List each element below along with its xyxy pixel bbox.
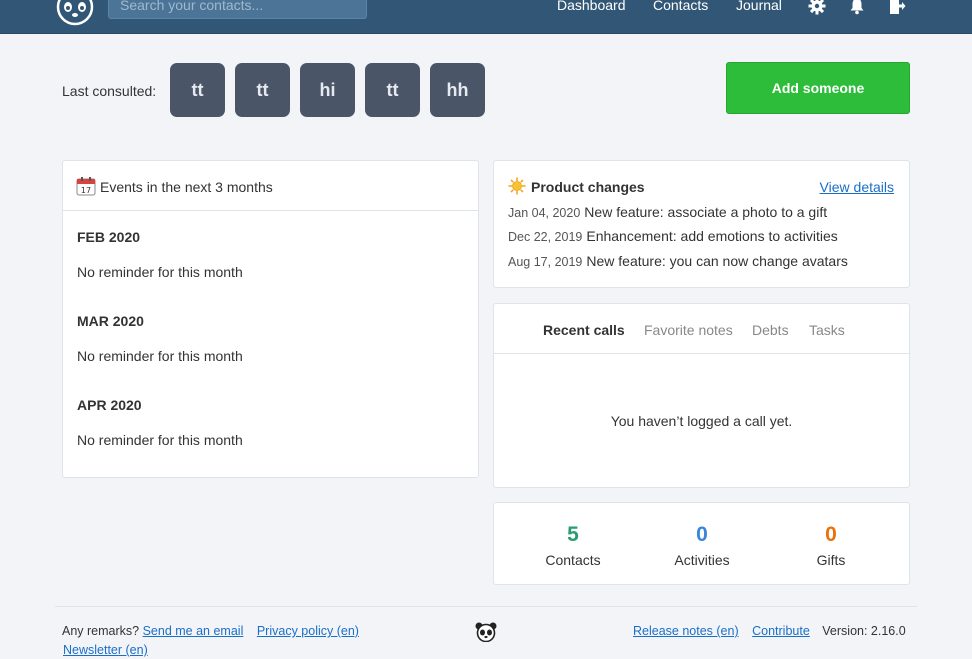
bell-icon[interactable]	[848, 0, 866, 15]
recent-contact-avatar[interactable]: tt	[170, 63, 225, 117]
stat-value: 0	[825, 523, 837, 546]
nav-dashboard[interactable]: Dashboard	[557, 0, 626, 13]
stat-contacts[interactable]: 5 Contacts	[513, 523, 633, 568]
change-item: Aug 17, 2019 New feature: you can now cha…	[508, 253, 848, 269]
month-heading: MAR 2020	[77, 313, 144, 329]
footer-newsletter: Newsletter (en)	[63, 643, 148, 657]
stat-label: Contacts	[545, 552, 601, 568]
month-reminder-text: No reminder for this month	[77, 264, 243, 280]
events-card: 17 Events in the next 3 months FEB 2020 …	[62, 160, 479, 478]
tab-favorite-notes[interactable]: Favorite notes	[644, 322, 733, 338]
sun-icon	[508, 177, 526, 195]
change-item: Dec 22, 2019 Enhancement: add emotions to…	[508, 228, 838, 244]
tab-tasks[interactable]: Tasks	[809, 322, 845, 338]
svg-text:17: 17	[81, 186, 91, 195]
add-someone-button[interactable]: Add someone	[726, 62, 910, 114]
last-consulted-label: Last consulted:	[62, 83, 157, 99]
send-email-link[interactable]: Send me an email	[143, 624, 244, 638]
activity-tabs-card: Recent calls Favorite notes Debts Tasks …	[493, 303, 910, 488]
contribute-link[interactable]: Contribute	[752, 624, 810, 638]
change-date: Jan 04, 2020	[508, 206, 581, 220]
stat-value: 0	[696, 523, 708, 546]
calendar-icon: 17	[76, 177, 96, 196]
month-heading: APR 2020	[77, 397, 142, 413]
top-navigation-bar: Search your contacts... Dashboard Contac…	[0, 0, 972, 34]
footer-left-links: Any remarks? Send me an email Privacy po…	[62, 624, 359, 638]
remarks-label: Any remarks?	[62, 624, 140, 638]
view-details-link[interactable]: View details	[820, 179, 894, 195]
footer-divider	[55, 606, 917, 607]
recent-contact-avatar[interactable]: tt	[235, 63, 290, 117]
month-reminder-text: No reminder for this month	[77, 348, 243, 364]
product-changes-card: Product changes View details Jan 04, 202…	[493, 160, 910, 288]
change-date: Aug 17, 2019	[508, 255, 583, 269]
product-changes-title: Product changes	[531, 179, 645, 195]
monica-logo-icon[interactable]	[56, 0, 94, 26]
stats-card: 5 Contacts 0 Activities 0 Gifts	[493, 502, 910, 585]
recent-contact-avatar[interactable]: tt	[365, 63, 420, 117]
nav-contacts[interactable]: Contacts	[653, 0, 708, 13]
change-date: Dec 22, 2019	[508, 230, 583, 244]
tab-bar: Recent calls Favorite notes Debts Tasks	[494, 304, 909, 354]
stat-label: Activities	[674, 552, 730, 568]
stat-gifts[interactable]: 0 Gifts	[771, 523, 891, 568]
tab-recent-calls[interactable]: Recent calls	[543, 322, 625, 338]
stat-activities[interactable]: 0 Activities	[642, 523, 762, 568]
change-text: New feature: you can now change avatars	[586, 253, 848, 269]
version-text: Version: 2.16.0	[822, 624, 906, 638]
month-reminder-text: No reminder for this month	[77, 432, 243, 448]
tab-debts[interactable]: Debts	[752, 322, 789, 338]
month-heading: FEB 2020	[77, 229, 141, 245]
footer-right-links: Release notes (en) Contribute Version: 2…	[633, 624, 906, 638]
panda-logo-icon	[475, 622, 497, 642]
logout-icon[interactable]	[888, 0, 906, 15]
stat-label: Gifts	[816, 552, 846, 568]
recent-contact-avatar[interactable]: hh	[430, 63, 485, 117]
search-input[interactable]: Search your contacts...	[108, 0, 367, 19]
events-card-header: 17 Events in the next 3 months	[63, 161, 478, 211]
newsletter-link[interactable]: Newsletter (en)	[63, 643, 148, 657]
stat-value: 5	[567, 523, 579, 546]
gear-icon[interactable]	[808, 0, 826, 15]
privacy-policy-link[interactable]: Privacy policy (en)	[257, 624, 359, 638]
release-notes-link[interactable]: Release notes (en)	[633, 624, 739, 638]
nav-journal[interactable]: Journal	[736, 0, 782, 13]
change-text: Enhancement: add emotions to activities	[586, 228, 838, 244]
change-text: New feature: associate a photo to a gift	[584, 204, 828, 220]
events-title: Events in the next 3 months	[100, 179, 273, 195]
change-item: Jan 04, 2020 New feature: associate a pho…	[508, 204, 827, 220]
empty-calls-message: You haven’t logged a call yet.	[610, 413, 793, 429]
recent-contact-avatar[interactable]: hi	[300, 63, 355, 117]
